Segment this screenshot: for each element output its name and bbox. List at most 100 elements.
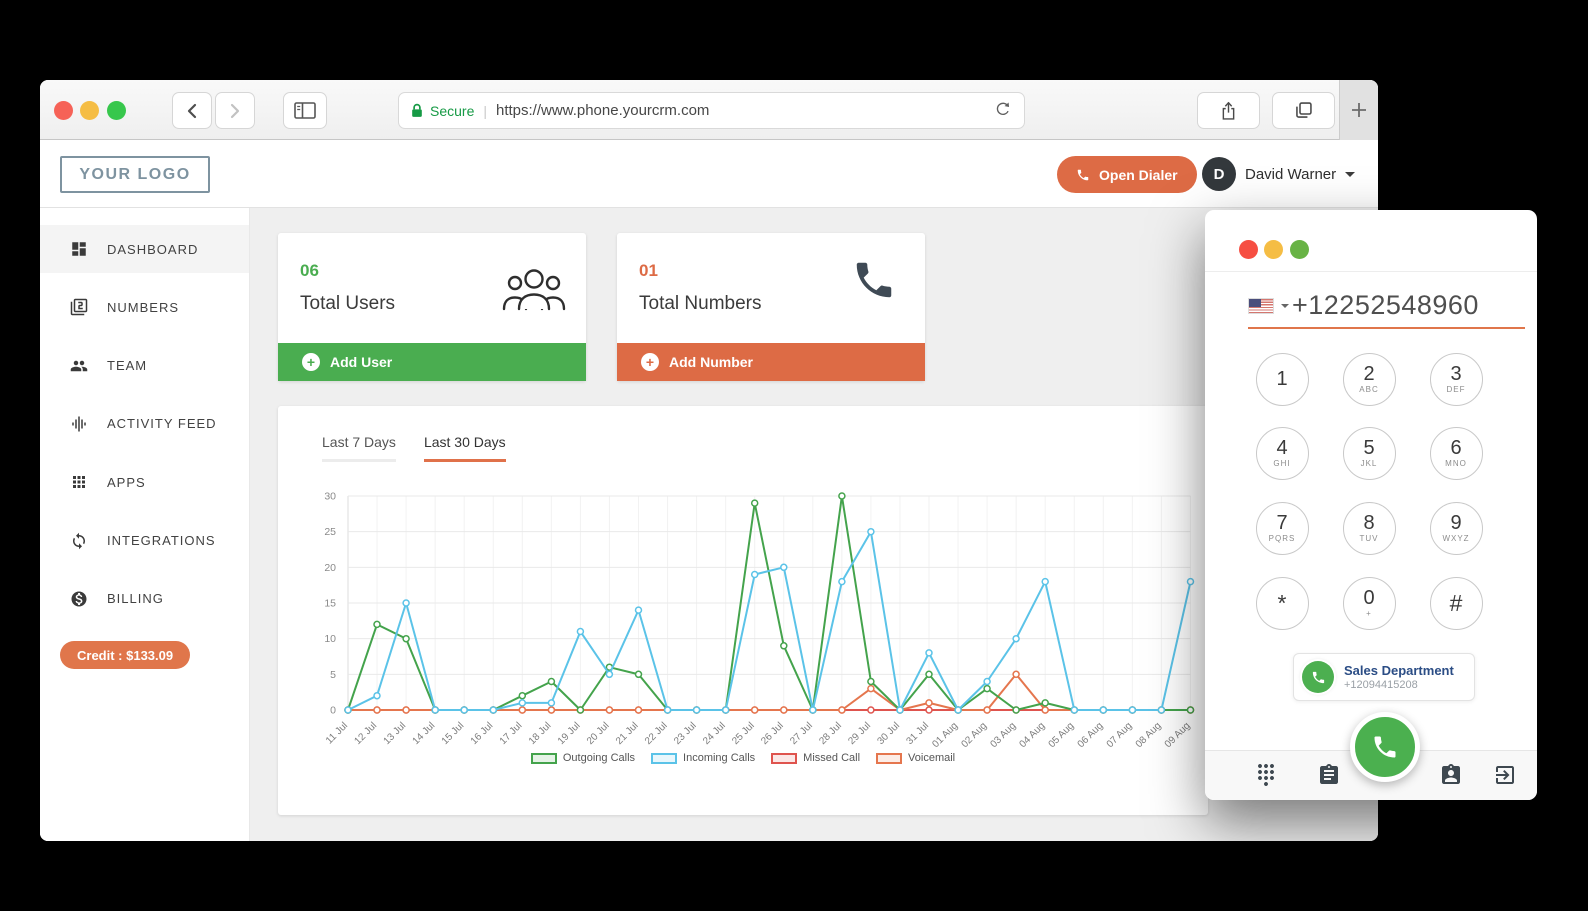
key-letters: DEF (1446, 385, 1466, 394)
svg-text:30: 30 (324, 491, 336, 503)
svg-text:09 Aug: 09 Aug (1163, 720, 1193, 750)
close-window-button[interactable] (54, 101, 73, 120)
divider: | (483, 102, 487, 119)
forward-button[interactable] (215, 92, 255, 129)
svg-text:22 Jul: 22 Jul (643, 720, 670, 747)
legend-swatch (771, 752, 798, 764)
sidebar-item-dashboard[interactable]: DASHBOARD (40, 225, 249, 273)
dashboard-icon (72, 242, 86, 256)
key-star[interactable]: * (1255, 576, 1309, 630)
user-menu[interactable]: David Warner (1245, 140, 1356, 208)
input-underline (1248, 327, 1525, 329)
tab-overview-button[interactable] (1272, 92, 1335, 129)
tabs-icon (1296, 102, 1312, 118)
sidebar-toggle-button[interactable] (283, 92, 327, 129)
sidebar-item-label: INTEGRATIONS (107, 533, 216, 548)
legend-label: Missed Call (803, 752, 861, 764)
sidebar-item-label: BILLING (107, 591, 164, 607)
key-8[interactable]: 8 TUV (1342, 501, 1396, 555)
avatar[interactable]: D (1202, 157, 1236, 191)
total-numbers-card: 01 Total Numbers + Add Number (617, 233, 925, 381)
close-window-button[interactable] (1239, 240, 1258, 259)
share-button[interactable] (1197, 92, 1260, 129)
svg-text:29 Jul: 29 Jul (846, 720, 873, 747)
key-9[interactable]: 9 WXYZ (1429, 501, 1483, 555)
key-hash[interactable]: # (1429, 576, 1483, 630)
contacts-icon[interactable] (1439, 763, 1463, 792)
users-label: Total Users (300, 293, 396, 314)
key-1[interactable]: 1 (1255, 352, 1309, 406)
svg-text:0: 0 (330, 705, 336, 717)
key-7[interactable]: 7 PQRS (1255, 501, 1309, 555)
minimize-window-button[interactable] (1264, 240, 1283, 259)
dialer-window: +12252548960 1 2 ABC 3 DEF 4 GHI 5 JKL 6 MNO 7 PQRS 8… (1205, 210, 1537, 800)
phone-icon (1374, 736, 1396, 758)
svg-text:06 Aug: 06 Aug (1076, 720, 1106, 750)
key-6[interactable]: 6 MNO (1429, 426, 1483, 480)
contact-suggestion[interactable]: Sales Department +12094415208 (1293, 653, 1475, 701)
country-flag-icon[interactable] (1248, 298, 1274, 314)
chevron-left-icon (187, 103, 197, 118)
chevron-right-icon (230, 103, 240, 118)
tab-last-30-days[interactable]: Last 30 Days (423, 434, 506, 462)
key-0[interactable]: 0 + (1342, 576, 1396, 630)
sidebar-item-integrations[interactable]: INTEGRATIONS (40, 517, 249, 565)
key-3[interactable]: 3 DEF (1429, 352, 1483, 406)
zoom-window-button[interactable] (107, 101, 126, 120)
key-5[interactable]: 5 JKL (1342, 426, 1396, 480)
logo[interactable]: YOUR LOGO (60, 156, 210, 193)
users-count: 06 (300, 261, 319, 280)
add-number-button[interactable]: + Add Number (617, 343, 925, 381)
site-header: YOUR LOGO Open Dialer D David Warner (40, 140, 1378, 208)
sidebar-item-label: ACTIVITY FEED (107, 416, 217, 432)
sidebar-item-label: NUMBERS (107, 299, 180, 315)
billing-icon (71, 591, 87, 607)
zoom-window-button[interactable] (1290, 240, 1309, 259)
sidebar-item-numbers[interactable]: NUMBERS (40, 283, 249, 331)
open-dialer-button[interactable]: Open Dialer (1057, 156, 1197, 193)
chart-legend: Outgoing Calls Incoming Calls Missed Call V… (278, 752, 1208, 764)
sidebar-item-team[interactable]: TEAM (40, 342, 249, 390)
svg-text:11 Jul: 11 Jul (324, 720, 350, 746)
key-4[interactable]: 4 GHI (1255, 426, 1309, 480)
minimize-window-button[interactable] (80, 101, 99, 120)
address-bar[interactable]: Secure | https://www.phone.yourcrm.com (398, 92, 1025, 129)
tab-last-7-days[interactable]: Last 7 Days (322, 434, 396, 462)
svg-text:20 Jul: 20 Jul (585, 720, 612, 747)
logout-icon[interactable] (1493, 763, 1517, 792)
svg-text:07 Aug: 07 Aug (1105, 720, 1135, 750)
dialpad-icon[interactable] (1254, 763, 1278, 792)
reload-icon[interactable] (993, 101, 1012, 120)
svg-text:18 Jul: 18 Jul (527, 720, 554, 747)
svg-text:5: 5 (330, 669, 336, 681)
call-button[interactable] (1350, 712, 1420, 782)
contact-name: Sales Department (1344, 663, 1454, 678)
add-user-button[interactable]: + Add User (278, 343, 586, 381)
integrations-icon (73, 532, 85, 549)
key-digit: 3 (1450, 363, 1462, 385)
call-log-icon[interactable] (1317, 763, 1341, 792)
plus-icon (1352, 103, 1366, 117)
legend-item-outgoing-calls: Outgoing Calls (530, 752, 635, 764)
back-button[interactable] (172, 92, 212, 129)
svg-text:21 Jul: 21 Jul (614, 720, 641, 747)
calls-line-chart: 0 5 10 15 20 25 30 11 Jul 12 Jul 13 Jul 14 Jul 15 J… (324, 491, 1195, 750)
sidebar-item-apps[interactable]: APPS (40, 458, 249, 506)
svg-text:25 Jul: 25 Jul (730, 720, 757, 747)
activity-icon (72, 416, 86, 432)
svg-text:27 Jul: 27 Jul (788, 720, 815, 747)
svg-text:15: 15 (324, 598, 336, 610)
dialer-titlebar (1205, 210, 1537, 272)
legend-item-missed-call: Missed Call (771, 752, 860, 764)
phone-icon (851, 257, 897, 308)
sidebar-item-billing[interactable]: BILLING (40, 575, 249, 623)
sidebar-item-activity-feed[interactable]: ACTIVITY FEED (40, 400, 249, 448)
numbers-count: 01 (639, 261, 658, 280)
new-tab-button[interactable] (1339, 80, 1378, 140)
key-digit: 4 (1276, 437, 1288, 459)
legend-label: Voicemail (908, 752, 956, 764)
svg-text:03 Aug: 03 Aug (988, 720, 1018, 750)
phone-number-input[interactable]: +12252548960 (1292, 290, 1479, 321)
svg-text:02 Aug: 02 Aug (959, 720, 989, 750)
key-2[interactable]: 2 ABC (1342, 352, 1396, 406)
